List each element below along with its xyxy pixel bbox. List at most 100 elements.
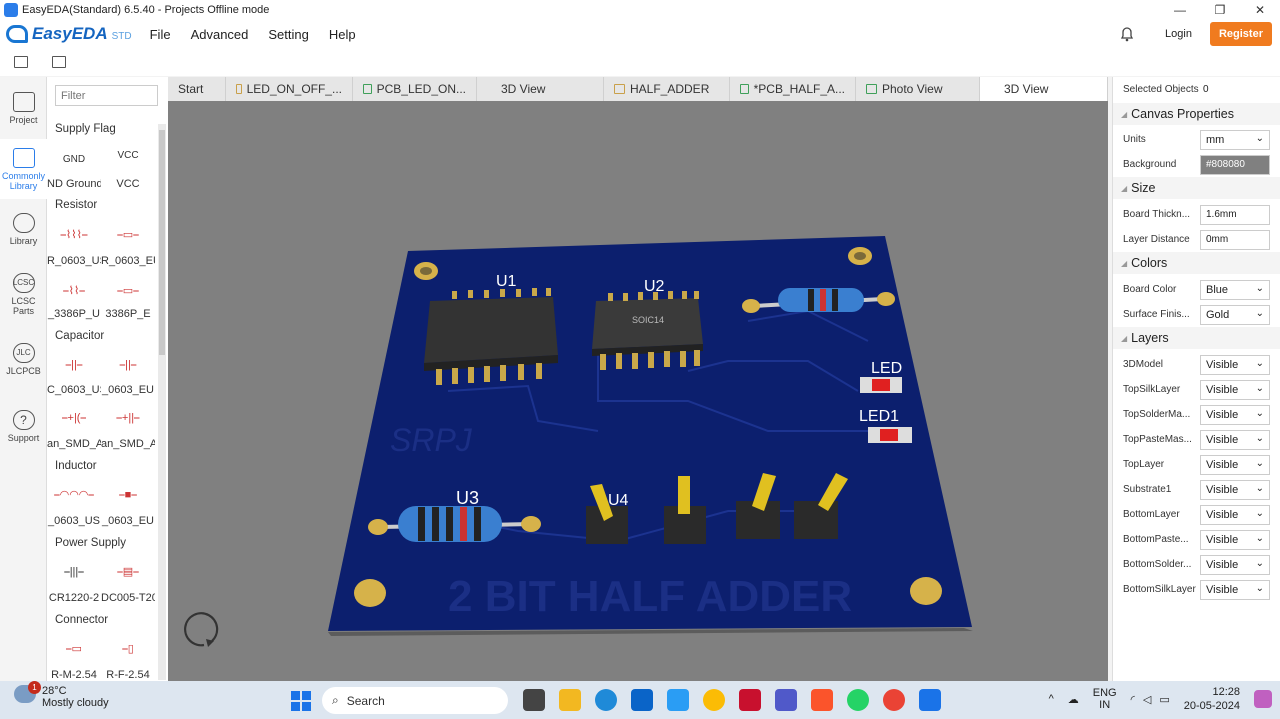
mcafee-icon[interactable] [739,689,761,711]
tab-photo-view[interactable]: Photo View [856,77,980,101]
language-indicator[interactable]: ENG IN [1093,687,1117,711]
part-vcc[interactable]: VCC [101,178,155,190]
layer-visibility-select[interactable]: Visible ⌄ [1200,579,1270,600]
tab-pcb-led-on[interactable]: PCB_LED_ON... [353,77,477,101]
whatsapp-icon[interactable] [847,689,869,711]
clock[interactable]: 12:28 20-05-2024 [1184,685,1240,713]
windows-start-icon[interactable] [291,691,311,711]
connector-m-icon[interactable]: ⎯▭ [47,637,101,661]
part-c-us[interactable]: C_0603_US [47,384,101,396]
part-cp-eu[interactable]: an_SMD_A [101,438,155,450]
edge-icon[interactable] [595,689,617,711]
part-c-eu[interactable]: _0603_EU [101,384,155,396]
minimize-button[interactable]: — [1160,0,1200,20]
layer-visibility-select[interactable]: Visible ⌄ [1200,379,1270,400]
background-color-input[interactable]: #808080 [1200,154,1270,175]
copilot-icon[interactable] [1254,690,1272,708]
3d-viewport[interactable]: U1 SOIC14 U2 LED LED1 SRPJ U3 U4 2 BIT H… [168,101,1108,681]
nav-lcsc-parts[interactable]: LCSC LCSC Parts [0,259,47,329]
tab-start[interactable]: Start [168,77,226,101]
tab-led-on-off[interactable]: LED_ON_OFF_... [226,77,353,101]
nav-library[interactable]: Library [0,199,47,259]
task-view-icon[interactable] [523,689,545,711]
part-dc[interactable]: DC005-T20 [101,592,155,604]
onedrive-icon[interactable]: ☁ [1068,693,1079,706]
maximize-button[interactable]: ❐ [1200,0,1240,20]
part-r-eu[interactable]: R_0603_EU [101,255,155,267]
layers-header[interactable]: ◢ Layers [1113,327,1280,349]
board-thickness-input[interactable]: 1.6mm [1200,204,1270,225]
store-icon[interactable] [631,689,653,711]
size-header[interactable]: ◢ Size [1113,177,1280,199]
close-button[interactable]: ✕ [1240,0,1280,20]
brave-icon[interactable] [811,689,833,711]
library-filter-input[interactable] [55,85,158,106]
speaker-icon[interactable]: ◁ [1143,693,1151,706]
tantalum-eu-icon[interactable]: ⎯+||⎯ [101,406,155,430]
tantalum-us-icon[interactable]: ⎯+|(⎯ [47,406,101,430]
library-scroll-thumb[interactable] [159,130,165,355]
app-icon[interactable] [667,689,689,711]
menu-setting[interactable]: Setting [268,27,308,42]
part-conn-f[interactable]: R-F-2.54 [101,669,155,681]
part-pot-us[interactable]: _3386P_U [47,308,101,320]
tab-3d-view-active[interactable]: 3D View [980,77,1108,101]
layer-visibility-select[interactable]: Visible ⌄ [1200,554,1270,575]
potentiometer-us-icon[interactable]: ⎯⌇⌇⎯ [47,279,101,303]
file-explorer-icon[interactable] [559,689,581,711]
layer-visibility-select[interactable]: Visible ⌄ [1200,454,1270,475]
part-gnd[interactable]: ND Ground [47,178,101,190]
part-l-eu[interactable]: _0603_EU [101,515,155,527]
library-scrollbar[interactable] [158,124,166,680]
chevron-up-icon[interactable]: ^ [1049,693,1054,705]
nav-commonly-library[interactable]: Commonly Library [0,139,47,199]
part-pot-eu[interactable]: 3386P_E [101,308,155,320]
part-bat[interactable]: CR1220-2 [47,592,101,604]
tab-3d-view-1[interactable]: 3D View [477,77,604,101]
resistor-us-icon[interactable]: ⎯⌇⌇⌇⎯ [47,223,101,247]
potentiometer-eu-icon[interactable]: ⎯▭⎯ [101,279,155,303]
app-icon[interactable] [703,689,725,711]
layer-distance-input[interactable]: 0mm [1200,229,1270,250]
part-conn-m[interactable]: R-M-2.54 [47,669,101,681]
nav-jlcpcb[interactable]: JLC JLCPCB [0,329,47,389]
resistor-eu-icon[interactable]: ⎯▭⎯ [101,223,155,247]
wifi-icon[interactable]: ◜ [1131,693,1135,706]
capacitor-us-icon[interactable]: ⎯||⎯ [47,353,101,377]
menu-file[interactable]: File [150,27,171,42]
layer-visibility-select[interactable]: Visible ⌄ [1200,529,1270,550]
canvas-properties-header[interactable]: ◢ Canvas Properties [1113,103,1280,125]
nav-support[interactable]: ? Support [0,389,47,463]
menu-advanced[interactable]: Advanced [191,27,249,42]
teams-icon[interactable] [775,689,797,711]
tab-half-adder[interactable]: HALF_ADDER [604,77,730,101]
menu-help[interactable]: Help [329,27,356,42]
layer-visibility-select[interactable]: Visible ⌄ [1200,404,1270,425]
weather-widget[interactable]: 1 28°C Mostly cloudy [14,681,109,709]
part-cp-us[interactable]: an_SMD_A [47,438,101,450]
dc-jack-icon[interactable]: ⎯▤⎯ [101,560,155,584]
gnd-symbol[interactable]: GND [47,147,101,171]
battery-icon[interactable]: ⎯|||⎯ [47,560,101,584]
part-l-us[interactable]: _0603_US [47,515,101,527]
nav-project[interactable]: Project [0,77,47,139]
board-color-select[interactable]: Blue ⌄ [1200,279,1270,300]
reset-view-icon[interactable] [184,612,219,647]
vcc-symbol[interactable]: VCC [101,143,155,167]
layer-visibility-select[interactable]: Visible ⌄ [1200,429,1270,450]
open-folder-icon[interactable] [14,56,28,68]
login-link[interactable]: Login [1165,28,1192,40]
taskbar-search[interactable]: ⌕ Search [322,687,508,714]
notification-bell-icon[interactable] [1119,26,1135,42]
layer-visibility-select[interactable]: Visible ⌄ [1200,354,1270,375]
capacitor-eu-icon[interactable]: ⎯||⎯ [101,353,155,377]
inductor-eu-icon[interactable]: ⎯■⎯ [101,483,155,507]
connector-f-icon[interactable]: ⎯▯ [101,637,155,661]
pcb-3d-render[interactable]: U1 SOIC14 U2 LED LED1 SRPJ U3 U4 2 BIT H… [168,101,1108,681]
tab-pcb-half-adder[interactable]: *PCB_HALF_A... [730,77,856,101]
layer-visibility-select[interactable]: Visible ⌄ [1200,504,1270,525]
register-button[interactable]: Register [1209,22,1272,46]
part-r-us[interactable]: R_0603_US [47,255,101,267]
inductor-us-icon[interactable]: ⎯◠◠◠⎯ [47,483,101,507]
easyeda-taskbar-icon[interactable] [919,689,941,711]
